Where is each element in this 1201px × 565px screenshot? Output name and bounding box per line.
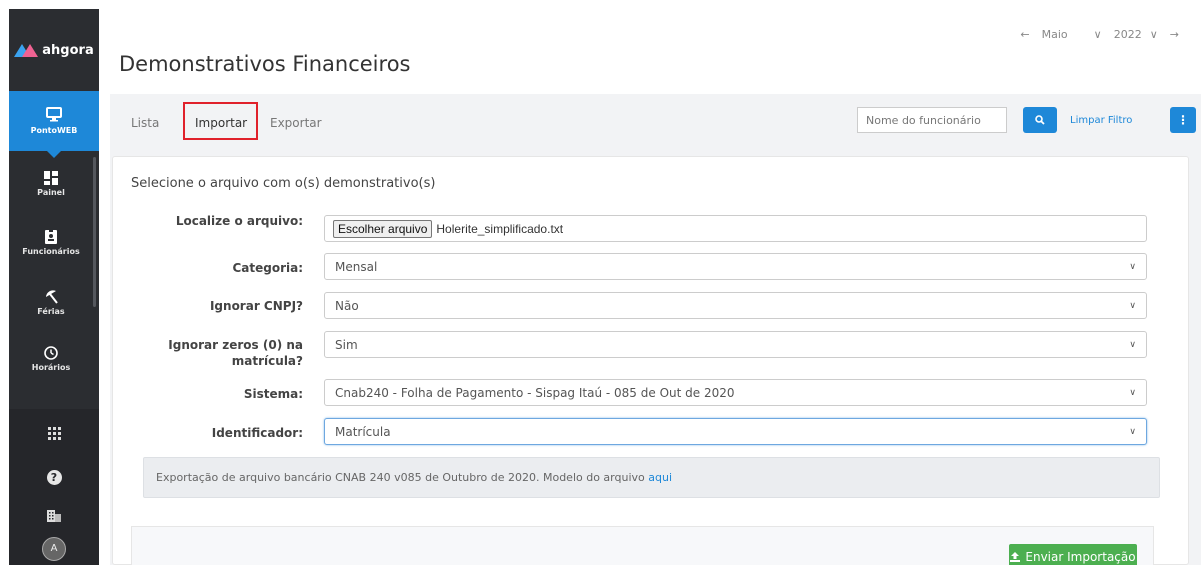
search-button[interactable] bbox=[1023, 107, 1057, 133]
sidebar-item-label: PontoWEB bbox=[30, 126, 78, 135]
period-selector: ← Maio ∨ 2022 ∨ → bbox=[1020, 28, 1179, 41]
ignorar-zeros-label: Ignorar zeros (0) na matrícula? bbox=[168, 338, 303, 368]
sidebar-item-label: Funcionários bbox=[22, 247, 80, 256]
form-title: Selecione o arquivo com o(s) demonstrati… bbox=[131, 176, 436, 191]
send-import-label: Enviar Importação bbox=[1025, 549, 1136, 564]
sidebar-item-label: Horários bbox=[31, 363, 71, 372]
info-alert: Exportação de arquivo bancário CNAB 240 … bbox=[143, 457, 1160, 498]
ignorar-zeros-select[interactable]: Sim ∨ bbox=[324, 331, 1147, 358]
chevron-down-icon: ∨ bbox=[1129, 262, 1136, 272]
arrow-right-icon[interactable]: → bbox=[1170, 28, 1179, 41]
categoria-label: Categoria: bbox=[232, 261, 303, 275]
sidebar-item-horarios[interactable]: Horários bbox=[9, 346, 93, 372]
ignorar-cnpj-label: Ignorar CNPJ? bbox=[209, 299, 303, 313]
active-indicator bbox=[47, 151, 61, 158]
tab-lista[interactable]: Lista bbox=[131, 116, 159, 130]
monitor-icon bbox=[46, 107, 62, 122]
logo-text: ahgora bbox=[42, 42, 94, 58]
page-title: Demonstrativos Financeiros bbox=[119, 52, 411, 76]
sidebar-item-label: Painel bbox=[37, 188, 65, 197]
building-icon[interactable] bbox=[9, 509, 99, 526]
sidebar-item-painel[interactable]: Painel bbox=[9, 171, 93, 197]
categoria-select[interactable]: Mensal ∨ bbox=[324, 253, 1147, 280]
chevron-down-icon: ∨ bbox=[1129, 388, 1136, 398]
dashboard-icon bbox=[44, 171, 58, 185]
model-file-link[interactable]: aqui bbox=[648, 471, 672, 484]
import-form-card: Selecione o arquivo com o(s) demonstrati… bbox=[112, 156, 1189, 565]
chevron-down-icon: ∨ bbox=[1129, 340, 1136, 350]
file-label: Localize o arquivo: bbox=[175, 214, 303, 228]
employee-search-input[interactable] bbox=[857, 107, 1007, 133]
ignorar-cnpj-value: Não bbox=[335, 298, 359, 313]
ignorar-zeros-value: Sim bbox=[335, 337, 358, 352]
identificador-label: Identificador: bbox=[211, 426, 303, 440]
file-input[interactable]: Escolher arquivo Holerite_simplificado.t… bbox=[324, 215, 1147, 242]
logo-mark-icon bbox=[14, 42, 39, 58]
apps-grid-icon[interactable] bbox=[9, 427, 99, 444]
sidebar-item-pontoweb[interactable]: PontoWEB bbox=[9, 91, 99, 151]
arrow-left-icon[interactable]: ← bbox=[1020, 28, 1029, 41]
chevron-down-icon: ∨ bbox=[1093, 28, 1102, 41]
month-select[interactable]: Maio ∨ bbox=[1042, 28, 1102, 41]
send-import-button[interactable]: Enviar Importação bbox=[1009, 544, 1137, 565]
form-footer: Enviar Importação bbox=[131, 526, 1154, 565]
sidebar-bottom: ? A bbox=[9, 409, 99, 565]
sistema-select[interactable]: Cnab240 - Folha de Pagamento - Sispag It… bbox=[324, 379, 1147, 406]
chevron-down-icon: ∨ bbox=[1149, 28, 1158, 41]
chevron-down-icon: ∨ bbox=[1129, 301, 1136, 311]
sidebar-item-ferias[interactable]: Férias bbox=[9, 289, 93, 316]
sistema-label: Sistema: bbox=[243, 387, 303, 401]
clock-icon bbox=[44, 346, 58, 360]
sidebar-item-funcionarios[interactable]: Funcionários bbox=[9, 229, 93, 256]
clear-filter-link[interactable]: Limpar Filtro bbox=[1070, 115, 1132, 126]
ignorar-cnpj-select[interactable]: Não ∨ bbox=[324, 292, 1147, 319]
kebab-icon: ⋮ bbox=[1177, 113, 1189, 127]
sistema-value: Cnab240 - Folha de Pagamento - Sispag It… bbox=[335, 385, 735, 400]
user-menu[interactable]: A bbox=[9, 537, 99, 561]
tab-bar: Lista Importar Exportar Limpar Filtro ⋮ bbox=[110, 94, 1201, 150]
info-text: Exportação de arquivo bancário CNAB 240 … bbox=[156, 471, 649, 484]
identificador-select[interactable]: Matrícula ∨ bbox=[324, 418, 1147, 445]
search-icon bbox=[1035, 115, 1045, 125]
sidebar-scrollbar[interactable] bbox=[93, 157, 96, 307]
badge-icon bbox=[45, 229, 57, 244]
tab-exportar[interactable]: Exportar bbox=[270, 116, 322, 130]
choose-file-button[interactable]: Escolher arquivo bbox=[333, 219, 433, 238]
identificador-value: Matrícula bbox=[335, 424, 391, 439]
file-name: Holerite_simplificado.txt bbox=[436, 221, 564, 236]
more-options-button[interactable]: ⋮ bbox=[1170, 107, 1196, 133]
beach-umbrella-icon bbox=[45, 290, 58, 304]
logo[interactable]: ahgora bbox=[9, 9, 99, 91]
sidebar-item-label: Férias bbox=[37, 307, 65, 316]
categoria-value: Mensal bbox=[335, 259, 378, 274]
tab-importar[interactable]: Importar bbox=[195, 116, 247, 130]
chevron-down-icon: ∨ bbox=[1129, 427, 1136, 437]
help-icon[interactable]: ? bbox=[9, 469, 99, 485]
avatar: A bbox=[42, 537, 66, 561]
upload-icon bbox=[1010, 551, 1021, 562]
year-select[interactable]: 2022 ∨ bbox=[1114, 28, 1158, 41]
sidebar: ahgora PontoWEB Painel Funcionários Féri… bbox=[9, 9, 99, 565]
